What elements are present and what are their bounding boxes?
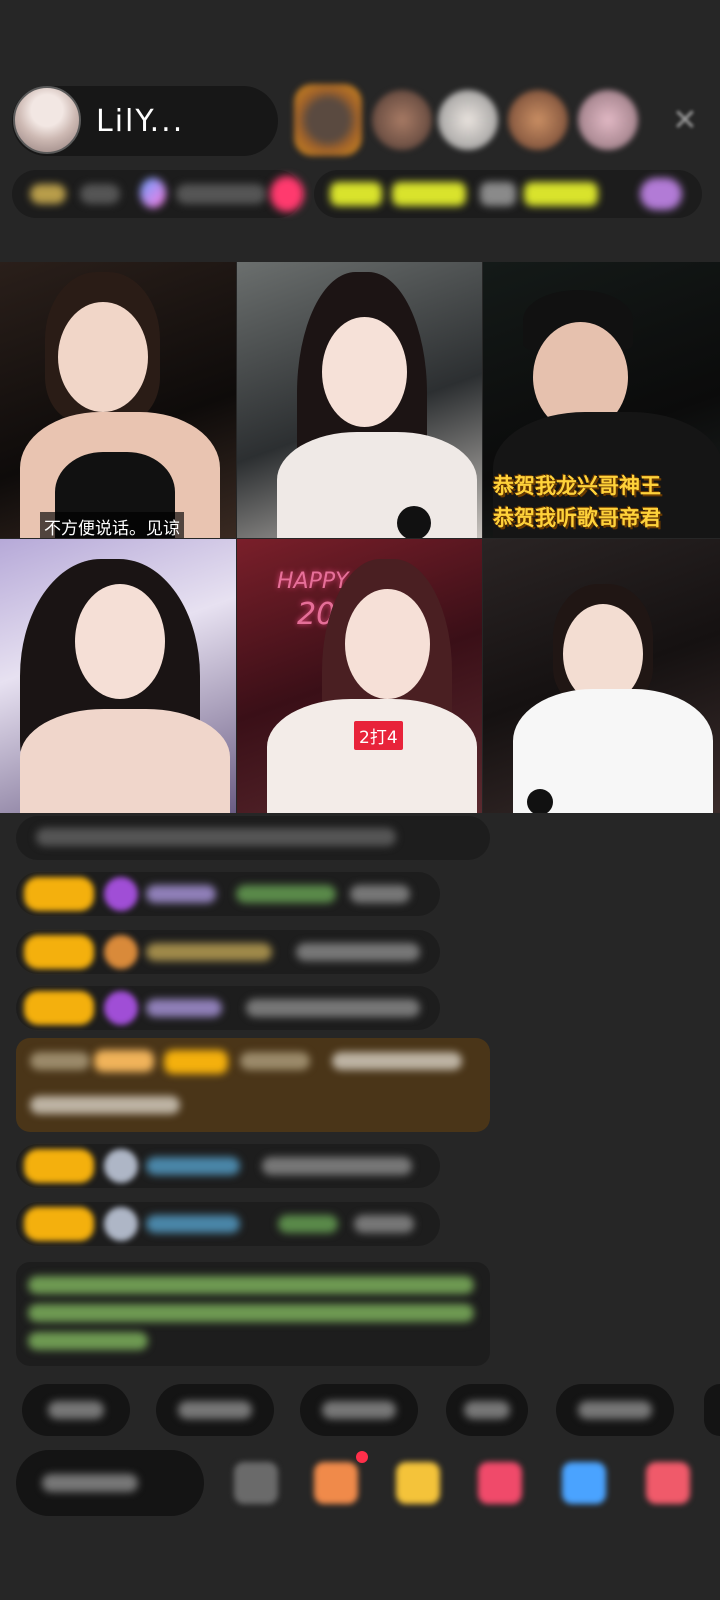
user-avatar-icon (104, 1207, 138, 1241)
level-badge (24, 1207, 94, 1241)
follow-icon[interactable] (270, 176, 304, 212)
shield-icon (104, 935, 138, 969)
comment-input[interactable] (16, 1450, 204, 1516)
user-avatar-icon (104, 1149, 138, 1183)
notification-dot (356, 1451, 368, 1463)
room-tag[interactable] (330, 182, 382, 206)
close-icon[interactable]: ✕ (668, 104, 702, 138)
viewer-avatar[interactable] (438, 90, 498, 150)
guest-video-4[interactable] (0, 539, 236, 813)
quick-reply-chip[interactable] (156, 1384, 274, 1436)
chat-text (246, 999, 420, 1017)
guest-face (345, 589, 430, 699)
level-badge (24, 991, 94, 1025)
emoji-icon[interactable] (234, 1462, 278, 1504)
chat-text (36, 828, 396, 846)
viewer-avatar[interactable] (372, 90, 432, 150)
gift-icon[interactable] (646, 1462, 690, 1504)
room-tag[interactable] (392, 182, 466, 206)
guest-face (75, 584, 165, 699)
quick-reply-chip[interactable] (556, 1384, 674, 1436)
guest-video-6[interactable] (483, 539, 720, 813)
guest-body (20, 709, 230, 813)
guest-face (58, 302, 148, 412)
notice-text (28, 1304, 474, 1322)
gift-icon (140, 178, 166, 208)
chat-text (146, 885, 216, 903)
level-badge (24, 1149, 94, 1183)
chat-text (262, 1157, 412, 1175)
host-name[interactable]: LilY... (96, 104, 184, 139)
chat-text (236, 885, 336, 903)
room-tag[interactable] (480, 182, 516, 206)
chat-text (146, 1215, 240, 1233)
host-avatar[interactable] (13, 86, 81, 154)
chat-text (332, 1052, 462, 1070)
chat-text (146, 943, 272, 961)
share-icon[interactable] (562, 1462, 606, 1504)
rank-text (80, 184, 120, 204)
guest-body (277, 432, 477, 538)
chat-text (30, 1052, 90, 1070)
fan-club-icon[interactable] (314, 1462, 358, 1504)
microphone-icon (397, 506, 431, 538)
chat-text (146, 999, 222, 1017)
guest-face (322, 317, 407, 427)
guest-video-1[interactable]: 不方便说话。见谅 (0, 262, 236, 538)
quick-reply-chip[interactable] (300, 1384, 418, 1436)
diamond-icon (104, 991, 138, 1025)
notice-text (28, 1332, 148, 1350)
room-tag[interactable] (524, 182, 598, 206)
viewer-avatar[interactable] (578, 90, 638, 150)
gift-box-icon[interactable] (396, 1462, 440, 1504)
chat-text (296, 943, 420, 961)
multi-guest-video-grid: 不方便说话。见谅 恭贺我龙兴哥神王 恭贺我听歌哥帝君 HAPPY 20 2打4 (0, 262, 720, 813)
gift-badge (94, 1050, 154, 1072)
quick-reply-chip[interactable] (446, 1384, 528, 1436)
chat-text (240, 1052, 310, 1070)
notice-text (28, 1276, 474, 1294)
chat-text (30, 1096, 180, 1114)
quick-reply-chip[interactable] (22, 1384, 130, 1436)
diamond-icon (104, 877, 138, 911)
overlay-banner-line-2: 恭贺我听歌哥帝君 (493, 506, 661, 530)
chat-text (354, 1215, 414, 1233)
quick-reply-chip[interactable] (704, 1384, 720, 1436)
chat-text (278, 1215, 338, 1233)
chat-text (146, 1157, 240, 1175)
pk-tag: 2打4 (354, 721, 403, 750)
rank-icon (30, 184, 66, 204)
chat-bubble-icon[interactable] (478, 1462, 522, 1504)
guest-video-5[interactable]: HAPPY 20 2打4 (237, 539, 482, 813)
more-icon[interactable] (640, 178, 682, 210)
level-badge (164, 1050, 228, 1074)
guest-video-3[interactable]: 恭贺我龙兴哥神王 恭贺我听歌哥帝君 (483, 262, 720, 538)
guest-video-2[interactable] (237, 262, 482, 538)
guest-body (267, 699, 477, 813)
level-badge (24, 877, 94, 911)
guest-caption: 不方便说话。见谅 (40, 512, 184, 538)
neon-sign: HAPPY (277, 569, 349, 594)
top-viewer-avatar[interactable] (294, 84, 362, 156)
microphone-icon (527, 789, 553, 813)
overlay-banner-line-1: 恭贺我龙兴哥神王 (493, 474, 661, 498)
level-badge (24, 935, 94, 969)
chat-text (350, 885, 410, 903)
viewer-avatar[interactable] (508, 90, 568, 150)
fans-text (176, 184, 266, 204)
